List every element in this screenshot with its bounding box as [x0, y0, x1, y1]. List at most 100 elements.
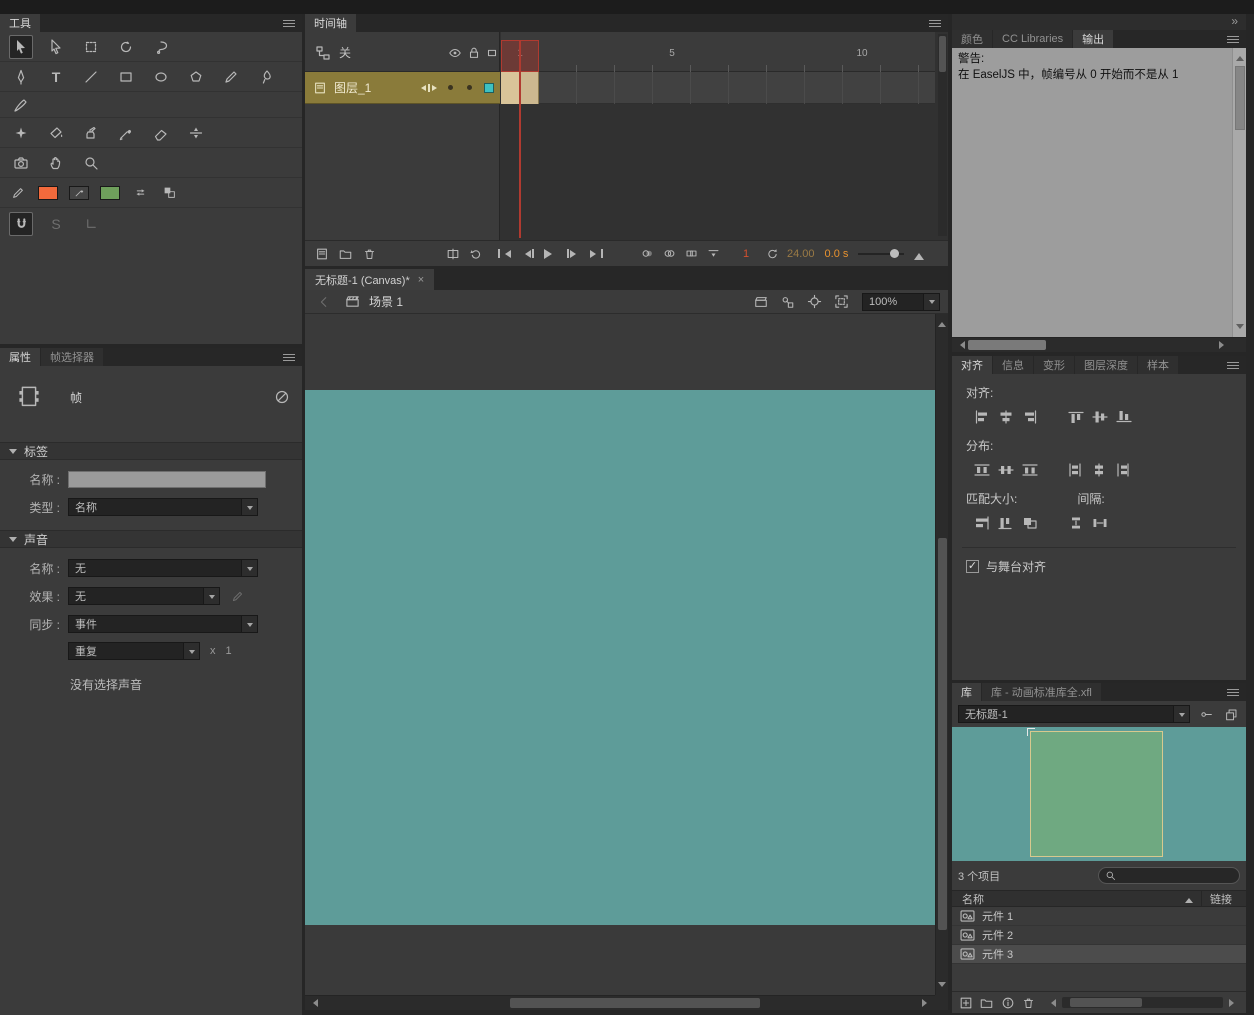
eyedropper-tool-button[interactable]	[114, 121, 138, 145]
align-to-stage-label[interactable]: 与舞台对齐	[986, 558, 1046, 575]
stage-canvas[interactable]	[305, 390, 935, 925]
library-item-row-selected[interactable]: 元件 3	[952, 945, 1246, 964]
library-item-row[interactable]: 元件 2	[952, 926, 1246, 945]
onion-skin-outline-button[interactable]	[661, 245, 678, 262]
library-horizontal-scrollbar[interactable]	[1062, 997, 1223, 1008]
playhead-line[interactable]	[519, 40, 521, 238]
polygon-tool-button[interactable]	[184, 65, 208, 89]
asset-warp-tool-button[interactable]	[9, 121, 33, 145]
distribute-top-button[interactable]	[970, 460, 994, 480]
library-preview[interactable]	[952, 727, 1246, 861]
tab-transform[interactable]: 变形	[1034, 356, 1074, 374]
edit-scene-button[interactable]	[752, 293, 769, 310]
ink-bottle-tool-button[interactable]	[79, 121, 103, 145]
scroll-up-icon[interactable]	[938, 318, 946, 327]
clip-view-button[interactable]	[833, 293, 850, 310]
tab-color[interactable]: 颜色	[952, 30, 992, 48]
camera-tool-button[interactable]	[9, 151, 33, 175]
eraser-tool-button[interactable]	[149, 121, 173, 145]
tab-properties[interactable]: 属性	[0, 348, 40, 366]
delete-layer-button[interactable]	[361, 245, 378, 262]
paint-bucket-tool-button[interactable]	[44, 121, 68, 145]
layer-row[interactable]: 图层_1	[305, 72, 500, 104]
selection-tool-button[interactable]	[9, 34, 33, 59]
smooth-option-button[interactable]: S	[44, 212, 68, 236]
align-left-button[interactable]	[970, 407, 994, 427]
sound-repeat-times-value[interactable]: 1	[226, 645, 232, 657]
properties-panel-menu-icon[interactable]	[283, 357, 295, 358]
tab-frame-picker[interactable]: 帧选择器	[41, 348, 103, 366]
align-top-button[interactable]	[1064, 407, 1088, 427]
stroke-color-tool-button[interactable]	[9, 181, 27, 205]
library-name-column-header[interactable]: 名称	[962, 891, 984, 907]
stage-hscroll-thumb[interactable]	[510, 998, 760, 1008]
library-document-select[interactable]: 无标题-1	[958, 705, 1190, 723]
distribute-right-button[interactable]	[1112, 460, 1136, 480]
timeline-panel-menu-icon[interactable]	[929, 23, 941, 24]
width-tool-button[interactable]	[184, 121, 208, 145]
hand-tool-button[interactable]	[44, 151, 68, 175]
layer-parent-next-icon[interactable]	[432, 79, 440, 96]
timeline-vertical-scrollbar[interactable]	[938, 34, 947, 236]
rotate-tool-button[interactable]	[114, 35, 138, 59]
edit-multiple-frames-button[interactable]	[683, 245, 700, 262]
align-middle-vertical-button[interactable]	[1088, 407, 1112, 427]
frame-ruler[interactable]: 1 5 10	[501, 32, 935, 72]
stage-vertical-scrollbar[interactable]	[935, 314, 948, 995]
tab-swatches[interactable]: 样本	[1138, 356, 1178, 374]
show-hide-all-layers-icon[interactable]	[447, 46, 463, 60]
timeline-zoom-max-icon[interactable]	[914, 248, 925, 260]
space-horizontal-button[interactable]	[1088, 513, 1112, 533]
tab-timeline[interactable]: 时间轴	[305, 14, 356, 32]
step-back-button[interactable]	[519, 245, 536, 262]
scroll-right-icon[interactable]	[922, 999, 931, 1007]
stage-zoom-select[interactable]: 100%	[862, 292, 940, 311]
layer-frames-row[interactable]	[501, 72, 935, 104]
sound-repeat-select[interactable]: 重复	[68, 642, 200, 660]
straighten-option-button[interactable]	[79, 212, 103, 236]
tab-library-external[interactable]: 库 - 动画标准库全.xfl	[982, 683, 1101, 701]
collapse-panels-icon[interactable]: »	[1231, 14, 1238, 28]
tools-panel-menu-icon[interactable]	[283, 23, 295, 24]
align-to-stage-checkbox[interactable]: ✓	[966, 560, 979, 573]
sort-ascending-icon[interactable]	[1185, 894, 1193, 903]
sound-section-header[interactable]: 声音	[0, 530, 302, 548]
goto-last-frame-button[interactable]	[588, 245, 605, 262]
document-tab-close-icon[interactable]: ×	[418, 274, 424, 286]
snap-to-objects-button[interactable]	[9, 212, 33, 236]
space-vertical-button[interactable]	[1064, 513, 1088, 533]
outline-all-layers-icon[interactable]	[485, 46, 499, 60]
extra-color-swatch[interactable]	[100, 185, 120, 200]
new-layer-button[interactable]	[313, 245, 330, 262]
stage-vscroll-thumb[interactable]	[938, 538, 947, 930]
label-name-input[interactable]	[68, 471, 266, 488]
match-width-height-button[interactable]	[1018, 513, 1042, 533]
layer-visibility-dot[interactable]	[448, 85, 453, 90]
distribute-center-horizontal-button[interactable]	[1088, 460, 1112, 480]
stage-horizontal-scrollbar[interactable]	[305, 995, 935, 1010]
output-horizontal-scrollbar[interactable]	[952, 337, 1246, 352]
stroke-color-swatch[interactable]	[38, 185, 58, 200]
library-search-input[interactable]	[1098, 867, 1240, 884]
tab-library[interactable]: 库	[952, 683, 981, 701]
lasso-tool-button[interactable]	[149, 35, 173, 59]
free-transform-tool-button[interactable]	[79, 35, 103, 59]
tab-align[interactable]: 对齐	[952, 356, 992, 374]
new-library-panel-button[interactable]	[1223, 706, 1240, 723]
sound-effect-select[interactable]: 无	[68, 587, 220, 605]
oval-tool-button[interactable]	[149, 65, 173, 89]
label-section-header[interactable]: 标签	[0, 442, 302, 460]
align-center-horizontal-button[interactable]	[994, 407, 1018, 427]
distribute-middle-vertical-button[interactable]	[994, 460, 1018, 480]
layer-parent-prev-icon[interactable]	[418, 79, 426, 96]
sound-name-select[interactable]: 无	[68, 559, 258, 577]
layer-name[interactable]: 图层_1	[334, 79, 371, 96]
loop-playback-button[interactable]	[467, 245, 484, 262]
default-colors-button[interactable]	[160, 181, 178, 205]
output-vertical-scrollbar[interactable]	[1232, 48, 1246, 337]
subselection-tool-button[interactable]	[44, 35, 68, 59]
line-tool-button[interactable]	[79, 65, 103, 89]
swap-colors-button[interactable]	[131, 181, 149, 205]
help-icon[interactable]	[274, 389, 290, 405]
brush-tool-button[interactable]	[254, 65, 278, 89]
